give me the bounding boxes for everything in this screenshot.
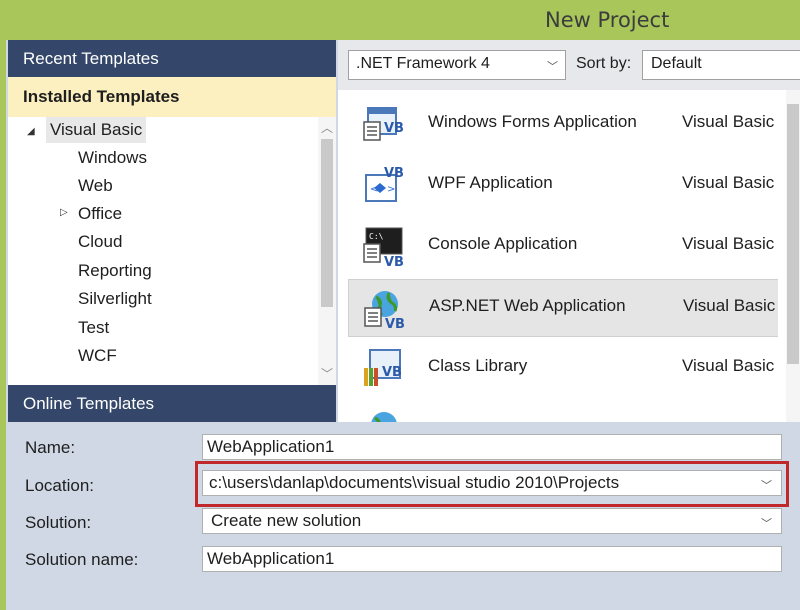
framework-dropdown[interactable]: .NET Framework 4 ﹀ <box>348 50 566 80</box>
chevron-down-icon[interactable]: ﹀ <box>761 477 772 493</box>
location-value: c:\users\danlap\documents\visual studio … <box>209 473 620 492</box>
tree-item-test[interactable]: Test <box>78 315 109 341</box>
template-list: VB Windows Forms Application Visual Basi… <box>338 90 778 422</box>
template-name: WPF Application <box>428 173 553 192</box>
name-label: Name: <box>25 438 76 457</box>
window-title: New Project <box>545 8 670 32</box>
framework-value: .NET Framework 4 <box>356 55 490 72</box>
tree-item-office[interactable]: Office <box>78 201 122 227</box>
solution-value: Create new solution <box>211 511 362 530</box>
tree-item-reporting[interactable]: Reporting <box>78 258 152 284</box>
scroll-down-icon[interactable]: ﹀ <box>318 363 336 385</box>
tree-scrollbar[interactable]: ︿ ﹀ <box>318 117 336 385</box>
tree-item-wcf[interactable]: WCF <box>78 343 117 369</box>
scrollbar-thumb[interactable] <box>787 104 799 364</box>
template-language: Visual Basic <box>682 234 775 253</box>
template-language: Visual Basic <box>683 296 776 315</box>
recent-templates-header[interactable]: Recent Templates <box>8 40 336 77</box>
class-library-icon: VB <box>364 349 402 386</box>
solution-name-label: Solution name: <box>25 550 139 569</box>
title-bar[interactable]: New Project <box>6 0 800 40</box>
svg-text:>: > <box>387 184 395 195</box>
template-list-panel: .NET Framework 4 ﹀ Sort by: Default VB W… <box>338 40 800 422</box>
wpf-icon: < > VB <box>365 166 404 202</box>
solution-name-input[interactable]: WebApplication1 <box>202 546 782 572</box>
template-name: Windows Forms Application <box>428 112 637 131</box>
template-item-partial[interactable] <box>348 401 778 422</box>
expand-arrow-icon[interactable]: ▷ <box>60 207 68 218</box>
name-input[interactable]: WebApplication1 <box>202 434 782 460</box>
template-language: Visual Basic <box>682 356 775 375</box>
template-item[interactable]: C:\ VB Console Application Visual Basic <box>348 218 778 276</box>
sort-by-dropdown[interactable]: Default <box>642 50 800 80</box>
svg-text:VB: VB <box>384 121 404 136</box>
template-item[interactable]: VB Class Library Visual Basic <box>348 340 778 398</box>
sort-by-label: Sort by: <box>576 55 632 72</box>
web-app-icon: VB <box>364 291 405 332</box>
location-combobox[interactable]: c:\users\danlap\documents\visual studio … <box>202 470 782 496</box>
template-name: Class Library <box>428 356 528 375</box>
solution-label: Solution: <box>25 513 92 532</box>
template-toolbar: .NET Framework 4 ﹀ Sort by: Default <box>338 40 800 90</box>
globe-icon <box>371 412 397 422</box>
svg-text:VB: VB <box>384 255 404 270</box>
template-name: Console Application <box>428 234 578 253</box>
chevron-down-icon: ﹀ <box>761 518 772 530</box>
tree-item-windows[interactable]: Windows <box>78 145 147 171</box>
installed-templates-header[interactable]: Installed Templates <box>8 77 336 117</box>
template-category-panel: Recent Templates Installed Templates ◢ V… <box>8 40 336 422</box>
online-templates-header[interactable]: Online Templates <box>8 385 336 422</box>
project-details-form: Name: WebApplication1 Location: c:\users… <box>8 422 800 610</box>
svg-text:VB: VB <box>382 365 402 380</box>
collapse-arrow-icon[interactable]: ◢ <box>27 126 35 137</box>
tree-item-web[interactable]: Web <box>78 173 113 199</box>
template-language: Visual Basic <box>682 112 775 131</box>
tree-item-silverlight[interactable]: Silverlight <box>78 286 152 312</box>
scrollbar-thumb[interactable] <box>321 139 333 307</box>
tree-item-cloud[interactable]: Cloud <box>78 229 122 255</box>
template-item[interactable]: < > VB WPF Application Visual Basic <box>348 157 778 215</box>
svg-text:<: < <box>370 184 378 195</box>
tree-item-visual-basic[interactable]: Visual Basic <box>46 117 147 143</box>
svg-text:VB: VB <box>385 317 405 332</box>
windows-forms-icon: VB <box>363 107 404 141</box>
svg-text:VB: VB <box>384 166 404 181</box>
template-tree: ◢ Visual Basic Windows Web ▷ Office Clou… <box>8 117 310 382</box>
chevron-down-icon: ﹀ <box>547 61 558 73</box>
template-list-scrollbar[interactable] <box>786 90 800 422</box>
location-label: Location: <box>25 476 94 495</box>
template-name: ASP.NET Web Application <box>429 296 626 315</box>
scroll-up-icon[interactable]: ︿ <box>318 117 336 139</box>
sort-by-value: Default <box>651 55 702 72</box>
template-item[interactable]: VB Windows Forms Application Visual Basi… <box>348 96 778 154</box>
template-language: Visual Basic <box>682 173 775 192</box>
svg-text:C:\: C:\ <box>369 232 384 241</box>
solution-dropdown[interactable]: Create new solution ﹀ <box>202 508 782 534</box>
window-frame-left <box>0 0 6 610</box>
template-item-selected[interactable]: VB ASP.NET Web Application Visual Basic <box>348 279 778 337</box>
console-icon: C:\ VB <box>363 227 404 270</box>
